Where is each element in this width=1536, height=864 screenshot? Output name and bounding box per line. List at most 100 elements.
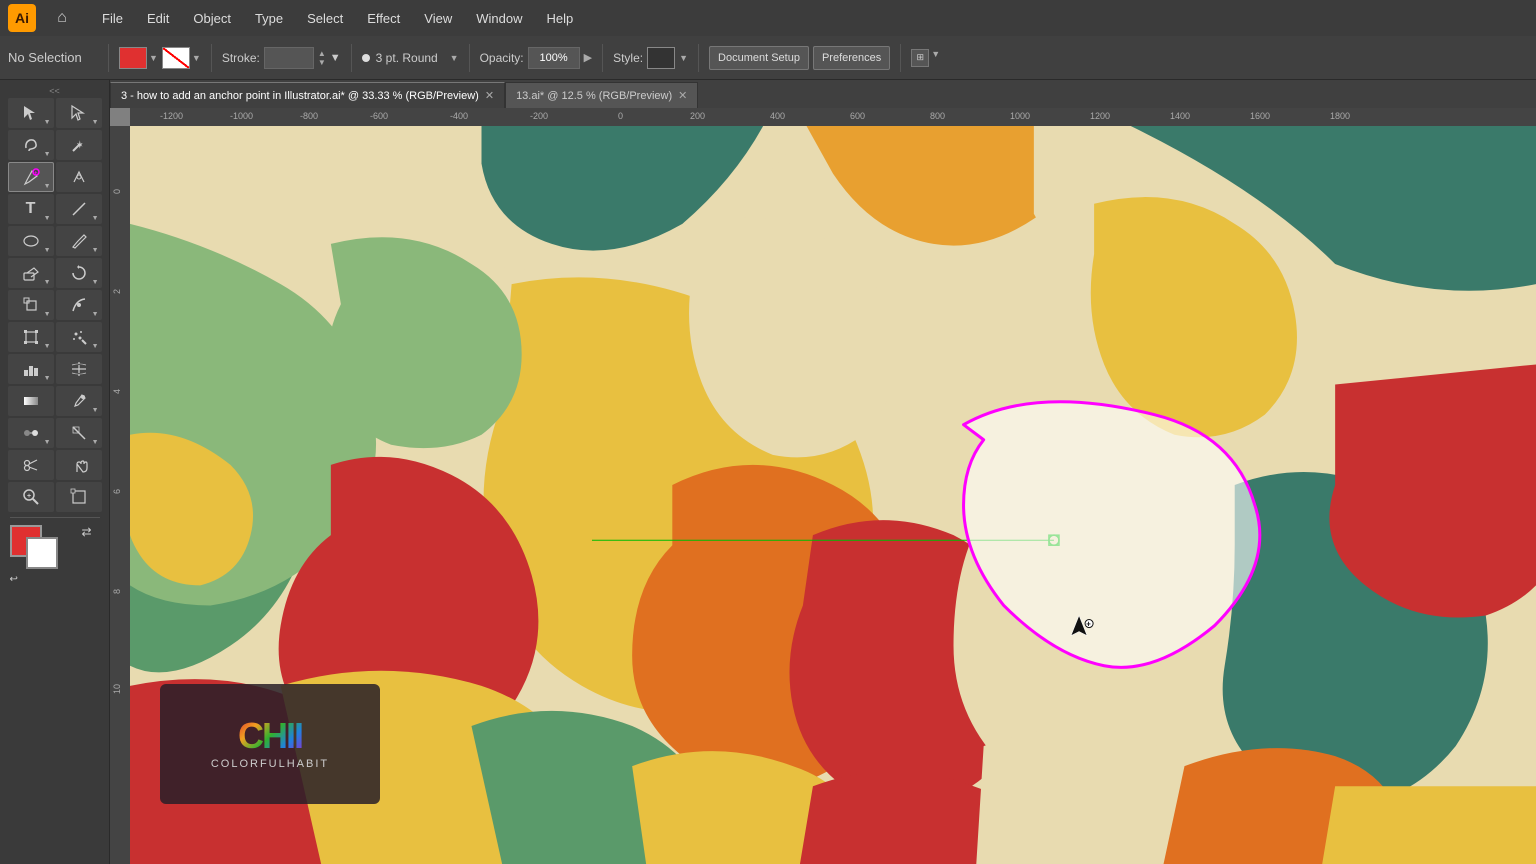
- svg-text:1400: 1400: [1170, 111, 1190, 121]
- selection-indicator: No Selection: [8, 50, 98, 65]
- tab-bar: 3 - how to add an anchor point in Illust…: [110, 80, 1536, 108]
- opacity-more-arrow[interactable]: ▶: [584, 51, 592, 64]
- tool-free-transform[interactable]: ▼: [8, 322, 54, 352]
- tool-type[interactable]: T ▼: [8, 194, 54, 224]
- home-icon[interactable]: ⌂: [48, 4, 76, 32]
- tool-blend[interactable]: ▼: [8, 418, 54, 448]
- stroke-value-arrow[interactable]: ▲▼: [318, 49, 326, 67]
- svg-text:-1200: -1200: [160, 111, 183, 121]
- watermark-overlay: CHII COLORFULHABIT: [160, 684, 380, 804]
- tool-ellipse[interactable]: ▼: [8, 226, 54, 256]
- tool-magic-wand[interactable]: [56, 130, 102, 160]
- svg-text:+: +: [34, 171, 38, 177]
- fill-dropdown-arrow[interactable]: ▼: [149, 53, 158, 63]
- svg-text:600: 600: [850, 111, 865, 121]
- svg-text:10: 10: [112, 684, 122, 694]
- tool-lasso[interactable]: ▼: [8, 130, 54, 160]
- style-swatch[interactable]: [647, 47, 675, 69]
- collapse-arrow[interactable]: <<: [0, 84, 109, 98]
- stroke-label: Stroke:: [222, 51, 260, 65]
- tool-select[interactable]: ▼: [8, 98, 54, 128]
- tool-rotate[interactable]: ▼: [56, 258, 102, 288]
- svg-text:400: 400: [770, 111, 785, 121]
- stroke-box[interactable]: [26, 537, 58, 569]
- tool-slice[interactable]: ▼: [56, 418, 102, 448]
- svg-text:0: 0: [112, 189, 122, 194]
- ai-logo: Ai: [8, 4, 36, 32]
- brush-dot-icon: [362, 54, 370, 62]
- tab-1-close[interactable]: ✕: [485, 89, 494, 102]
- svg-text:+: +: [1086, 620, 1091, 629]
- tool-scissors[interactable]: [8, 450, 54, 480]
- document-setup-button[interactable]: Document Setup: [709, 46, 809, 70]
- canvas-content[interactable]: + CHII COLORFULHABIT: [130, 126, 1536, 864]
- tool-line[interactable]: ▼: [56, 194, 102, 224]
- svg-text:1800: 1800: [1330, 111, 1350, 121]
- tool-reshape[interactable]: ▼: [56, 290, 102, 320]
- menu-file[interactable]: File: [92, 7, 133, 30]
- tab-2-close[interactable]: ✕: [678, 89, 687, 102]
- tool-gradient[interactable]: [8, 386, 54, 416]
- menu-view[interactable]: View: [414, 7, 462, 30]
- menu-window[interactable]: Window: [466, 7, 532, 30]
- align-icon-1[interactable]: ⊞: [911, 49, 929, 67]
- stroke-dropdown-btn[interactable]: ▼: [330, 52, 341, 64]
- stroke-dropdown-arrow[interactable]: ▼: [192, 53, 201, 63]
- stroke-value-input[interactable]: [264, 47, 314, 69]
- tool-hand[interactable]: [56, 450, 102, 480]
- menu-select[interactable]: Select: [297, 7, 353, 30]
- style-label: Style:: [613, 51, 643, 65]
- brush-dropdown-arrow[interactable]: ▼: [450, 53, 459, 63]
- svg-text:800: 800: [930, 111, 945, 121]
- brush-label: 3 pt. Round: [376, 51, 446, 65]
- canvas-area[interactable]: 3 - how to add an anchor point in Illust…: [110, 80, 1536, 864]
- tab-1[interactable]: 3 - how to add an anchor point in Illust…: [110, 82, 505, 108]
- tool-symbol-sprayer[interactable]: ▼: [56, 322, 102, 352]
- svg-text:+: +: [27, 493, 31, 500]
- tool-pen[interactable]: + ▼: [8, 162, 54, 192]
- tab-2[interactable]: 13.ai* @ 12.5 % (RGB/Preview) ✕: [505, 82, 698, 108]
- tool-add-anchor[interactable]: [56, 162, 102, 192]
- svg-text:-800: -800: [300, 111, 318, 121]
- align-dropdown-arrow[interactable]: ▼: [931, 49, 940, 67]
- opacity-label: Opacity:: [480, 51, 524, 65]
- swap-colors-icon[interactable]: ⇄: [81, 525, 91, 539]
- menu-bar: Ai ⌂ File Edit Object Type Select Effect…: [0, 0, 1536, 36]
- fill-color-swatch[interactable]: [119, 47, 147, 69]
- menu-edit[interactable]: Edit: [137, 7, 179, 30]
- tool-zoom[interactable]: +: [8, 482, 54, 512]
- svg-text:200: 200: [690, 111, 705, 121]
- tool-eraser[interactable]: ▼: [8, 258, 54, 288]
- menu-help[interactable]: Help: [536, 7, 583, 30]
- svg-text:1600: 1600: [1250, 111, 1270, 121]
- watermark-logo: CHII: [238, 718, 302, 754]
- svg-text:2: 2: [112, 289, 122, 294]
- reset-colors-icon[interactable]: ↩: [10, 574, 18, 585]
- tool-column-graph[interactable]: ▼: [8, 354, 54, 384]
- svg-text:-1000: -1000: [230, 111, 253, 121]
- menu-type[interactable]: Type: [245, 7, 293, 30]
- ruler-vertical: 0 2 4 6 8 10: [110, 126, 130, 864]
- svg-text:-600: -600: [370, 111, 388, 121]
- tool-eyedropper[interactable]: ▼: [56, 386, 102, 416]
- tool-mesh[interactable]: [56, 354, 102, 384]
- opacity-input[interactable]: [528, 47, 580, 69]
- menu-effect[interactable]: Effect: [357, 7, 410, 30]
- style-dropdown-arrow[interactable]: ▼: [679, 53, 688, 63]
- tool-direct-select[interactable]: ▼: [56, 98, 102, 128]
- tool-artboard[interactable]: [56, 482, 102, 512]
- svg-text:8: 8: [112, 589, 122, 594]
- toolbar: No Selection ▼ ▼ Stroke: ▲▼ ▼ 3 pt. Roun…: [0, 36, 1536, 80]
- svg-text:0: 0: [618, 111, 623, 121]
- toolbox: << ▼ ▼ ▼ + ▼: [0, 80, 110, 864]
- ruler-horizontal: -1200 -1000 -800 -600 -400 -200 0 200 40…: [130, 108, 1536, 126]
- svg-text:-200: -200: [530, 111, 548, 121]
- tool-pencil[interactable]: ▼: [56, 226, 102, 256]
- watermark-brand: COLORFULHABIT: [211, 758, 329, 770]
- menu-object[interactable]: Object: [183, 7, 241, 30]
- tool-scale[interactable]: ▼: [8, 290, 54, 320]
- tab-1-label: 3 - how to add an anchor point in Illust…: [121, 90, 479, 102]
- preferences-button[interactable]: Preferences: [813, 46, 890, 70]
- tab-2-label: 13.ai* @ 12.5 % (RGB/Preview): [516, 90, 672, 102]
- svg-text:1200: 1200: [1090, 111, 1110, 121]
